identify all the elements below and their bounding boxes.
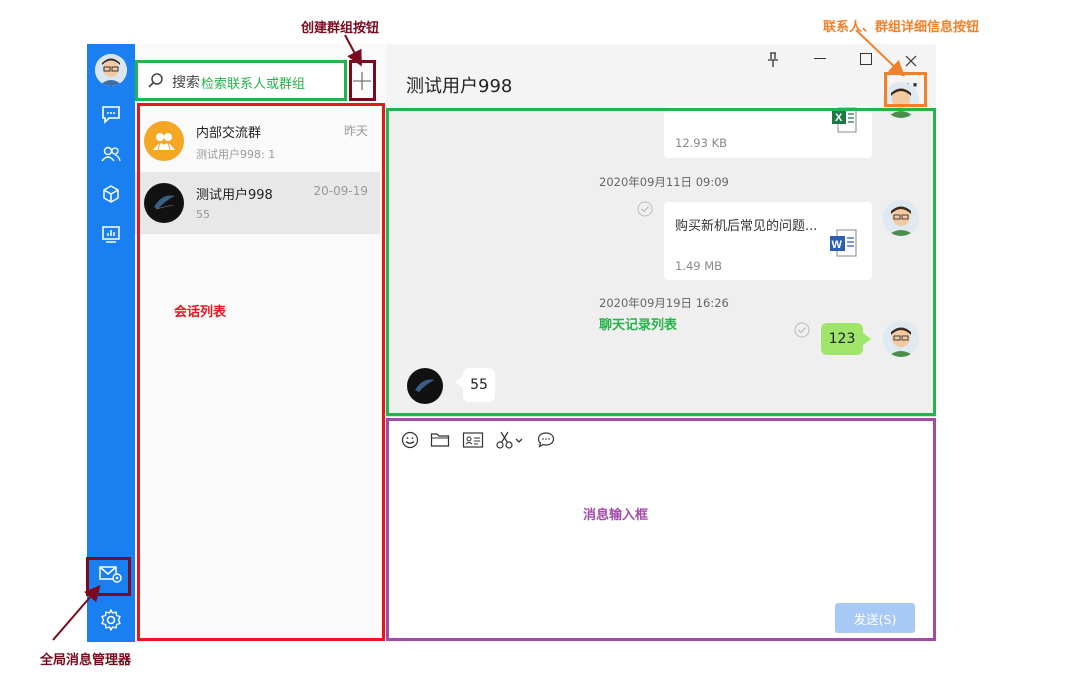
conversation-list-annotation: 会话列表 [174, 305, 227, 320]
input-box-annotation: 消息输入框 [583, 508, 649, 523]
callout-arrows [52, 29, 905, 641]
create-group-annotation: 创建群组按钮 [301, 21, 380, 36]
global-manager-annotation: 全局消息管理器 [40, 653, 132, 668]
chat-record-annotation: 聊天记录列表 [599, 318, 678, 333]
details-button-annotation: 联系人、群组详细信息按钮 [823, 20, 980, 35]
